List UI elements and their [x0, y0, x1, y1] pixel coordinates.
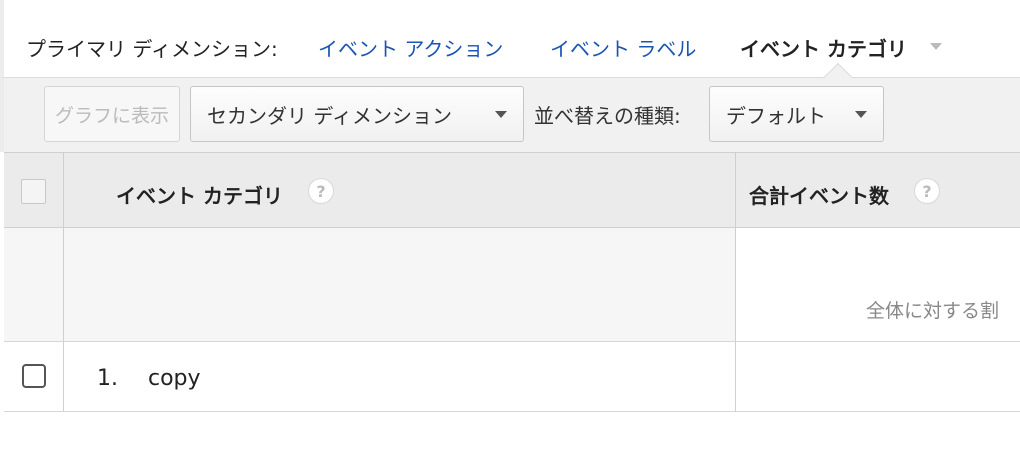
help-icon[interactable]: ? — [914, 178, 940, 204]
column-header-total-events[interactable]: 合計イベント数 — [749, 180, 889, 209]
summary-dimension-cell — [64, 228, 735, 341]
dimension-event-category[interactable]: イベント カテゴリ — [740, 33, 907, 62]
plot-rows-button[interactable]: グラフに表示 — [44, 86, 180, 142]
sort-type-select[interactable]: デフォルト — [709, 86, 884, 142]
table-row: 1. copy — [4, 342, 1020, 412]
secondary-dimension-select[interactable]: セカンダリ ディメンション — [190, 86, 524, 142]
dimension-event-label[interactable]: イベント ラベル — [550, 33, 696, 62]
analytics-report: プライマリ ディメンション: イベント アクション イベント ラベル イベント … — [0, 0, 1020, 460]
row-checkbox[interactable] — [22, 364, 46, 388]
summary-percent-of-total: 全体に対する割 — [866, 300, 1000, 322]
select-all-checkbox[interactable] — [21, 179, 46, 204]
summary-row — [4, 228, 1020, 342]
column-divider — [735, 152, 736, 412]
row-event-category[interactable]: copy — [148, 366, 201, 391]
primary-dimension-bar: プライマリ ディメンション: イベント アクション イベント ラベル イベント … — [0, 0, 1020, 78]
table-header-row: イベント カテゴリ ? 合計イベント数 ? — [4, 152, 1020, 228]
primary-dimension-label: プライマリ ディメンション: — [26, 37, 278, 61]
row-number: 1. — [97, 366, 118, 391]
dimension-event-action[interactable]: イベント アクション — [318, 33, 503, 62]
secondary-dimension-label: セカンダリ ディメンション — [207, 103, 452, 128]
data-table: イベント カテゴリ ? 合計イベント数 ? 全体に対する割 1. copy — [4, 152, 1020, 412]
sort-type-label: 並べ替えの種類: — [534, 104, 681, 128]
summary-checkbox-cell — [4, 228, 64, 341]
chevron-down-icon[interactable] — [930, 43, 942, 50]
sort-type-value: デフォルト — [726, 103, 826, 128]
help-icon[interactable]: ? — [308, 178, 334, 204]
select-all-cell — [4, 153, 64, 227]
dropdown-arrow-icon — [855, 111, 867, 118]
row-checkbox-cell — [4, 342, 64, 411]
column-header-event-category[interactable]: イベント カテゴリ — [116, 180, 283, 209]
dropdown-arrow-icon — [495, 111, 507, 118]
